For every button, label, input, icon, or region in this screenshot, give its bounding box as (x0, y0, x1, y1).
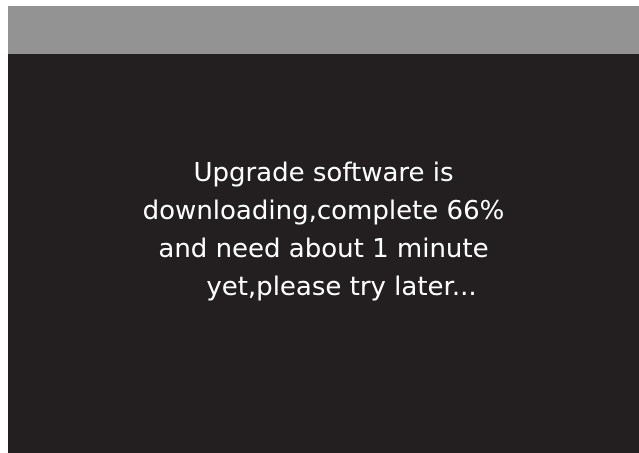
message-line-3: and need about 1 minute (158, 234, 489, 264)
title-bar (8, 6, 639, 54)
upgrade-status-message: Upgrade software is downloading,complete… (8, 154, 639, 306)
message-line-2: downloading,complete 66% (142, 196, 505, 226)
upgrade-dialog: Upgrade software is downloading,complete… (8, 6, 639, 453)
message-line-1: Upgrade software is (193, 158, 454, 188)
message-line-4: yet,please try later... (206, 272, 477, 302)
